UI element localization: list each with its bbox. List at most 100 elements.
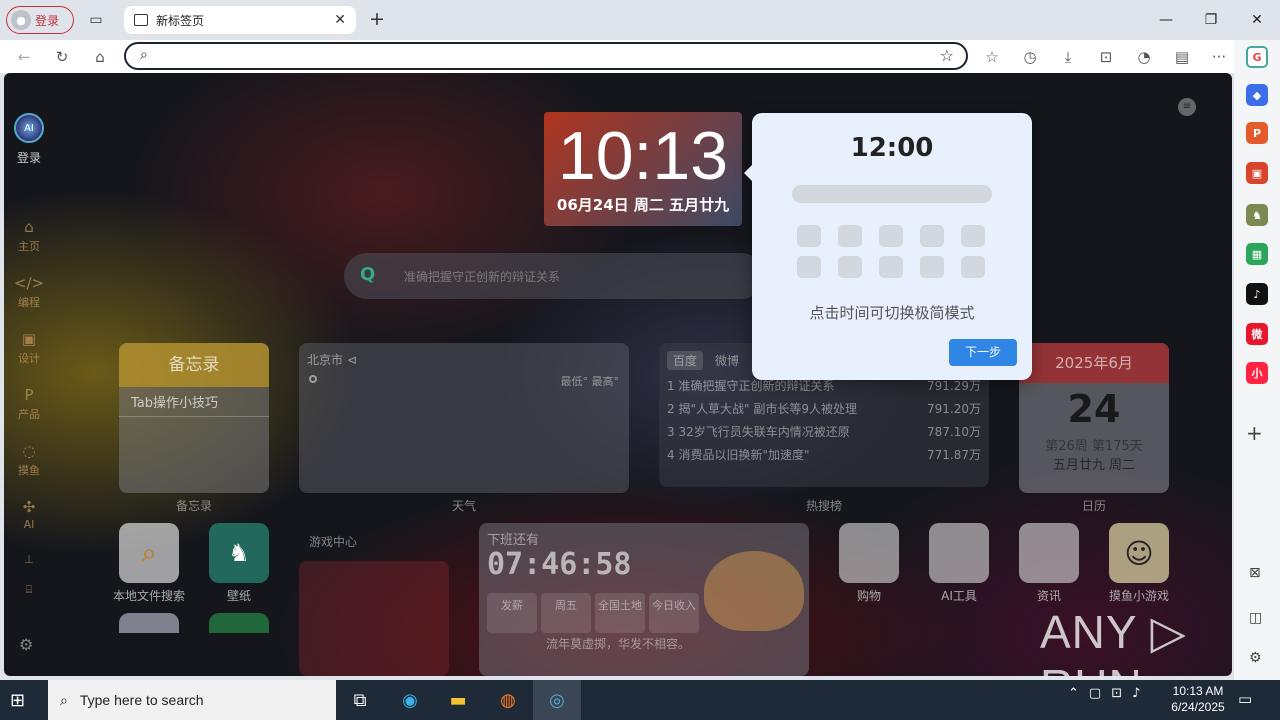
file-search-icon[interactable]: ⌕ bbox=[119, 523, 179, 583]
system-tray[interactable]: ⌃ ▢ ⊡ ♪ bbox=[1068, 686, 1140, 701]
weibo-icon[interactable]: 微 bbox=[1246, 323, 1268, 345]
browser-app-icon[interactable]: ◎ bbox=[533, 680, 581, 720]
hot-rank: 3 bbox=[667, 425, 675, 439]
nav-robot-icon[interactable]: ⌸ bbox=[4, 583, 54, 597]
wallpaper-label: 壁纸 bbox=[226, 589, 251, 603]
taskbar-clock[interactable]: 10:13 AM 6/24/2025 bbox=[1160, 683, 1236, 715]
avatar-icon: ● bbox=[11, 10, 31, 30]
task-view-icon[interactable]: ⧉ bbox=[336, 680, 384, 720]
mini-games-label: 摸鱼小游戏 bbox=[1108, 589, 1169, 603]
firefox-icon[interactable]: ◍ bbox=[484, 680, 532, 720]
sidebar-app-g[interactable]: G bbox=[1246, 46, 1268, 68]
speed-icon[interactable]: ◔ bbox=[1131, 44, 1157, 70]
logo-icon[interactable]: AI bbox=[14, 113, 44, 143]
nav-ai[interactable]: ✣ AI bbox=[4, 498, 54, 531]
clock-widget[interactable]: 10:13 06月24日 周二 五月廿九 bbox=[544, 112, 742, 226]
sidebar-app-p[interactable]: P bbox=[1246, 122, 1268, 144]
game-center-widget[interactable] bbox=[299, 561, 449, 676]
nav-coding[interactable]: </> 编程 bbox=[4, 274, 54, 310]
nav-more-icon[interactable]: ⊥ bbox=[4, 553, 54, 566]
hot-rank: 1 bbox=[667, 379, 675, 393]
countdown-title: 下班还有 bbox=[487, 533, 540, 548]
tiktok-icon[interactable]: ♪ bbox=[1246, 283, 1268, 305]
favorite-star-icon[interactable]: ☆ bbox=[940, 46, 954, 65]
sidebar-add-icon[interactable]: + bbox=[1246, 421, 1263, 445]
tab-new-tab[interactable]: 新标签页 ✕ bbox=[124, 6, 356, 34]
search-placeholder: 准确把握守正创新的辩证关系 bbox=[404, 270, 561, 284]
list-item[interactable]: 3 32岁飞行员失联车内情况被还原 787.10万 bbox=[659, 420, 989, 443]
calendar-widget[interactable]: 2025年6月 24 第26周 第175天 五月廿九 周二 bbox=[1019, 343, 1169, 493]
search-engine-icon[interactable]: Q bbox=[360, 264, 375, 285]
shopping-label: 购物 bbox=[856, 589, 881, 603]
network-icon[interactable]: ⊡ bbox=[1111, 686, 1122, 701]
nav-fun-label: 摸鱼 bbox=[18, 464, 40, 477]
list-item[interactable]: 4 消费品以旧换新"加速度" 771.87万 bbox=[659, 443, 989, 466]
toolbox-icon[interactable]: ▤ bbox=[1169, 44, 1195, 70]
sidebar-collapse-icon[interactable]: ⊠ bbox=[1249, 565, 1261, 581]
wallpaper-switch-icon[interactable]: ≡ bbox=[1178, 98, 1196, 116]
ai-icon: ✣ bbox=[22, 498, 36, 516]
shopping-icon[interactable] bbox=[839, 523, 899, 583]
memo-item[interactable]: Tab操作小技巧 bbox=[119, 387, 269, 417]
volume-icon[interactable]: ♪ bbox=[1132, 686, 1140, 701]
settings-icon[interactable]: ⚙ bbox=[19, 635, 33, 654]
edge-icon[interactable]: ◉ bbox=[386, 680, 434, 720]
windows-start-icon[interactable]: ⊞ bbox=[10, 690, 25, 711]
notification-icon[interactable]: ▭ bbox=[1238, 690, 1252, 708]
tab-actions-icon[interactable]: ▭ bbox=[86, 10, 106, 30]
next-step-button[interactable]: 下一步 bbox=[949, 339, 1017, 366]
sidebar-app-diamond[interactable]: ◆ bbox=[1246, 84, 1268, 106]
address-bar[interactable]: ⌕ ☆ bbox=[124, 42, 968, 70]
home-nav-icon: ⌂ bbox=[24, 218, 34, 236]
sidebar-app-box[interactable]: ▣ bbox=[1246, 162, 1268, 184]
clock-date: 06月24日 周二 五月廿九 bbox=[556, 196, 730, 214]
popup-grid-skeleton bbox=[797, 225, 985, 278]
nav-fun[interactable]: ◌ 摸鱼 bbox=[4, 442, 54, 478]
countdown-cell: 全国土地 bbox=[595, 593, 645, 633]
sidebar-app-grid[interactable]: ▦ bbox=[1246, 243, 1268, 265]
screenshot-icon[interactable]: ⊡ bbox=[1093, 44, 1119, 70]
nav-design[interactable]: ▣ 设计 bbox=[4, 330, 54, 366]
favorites-icon[interactable]: ☆ bbox=[979, 44, 1005, 70]
sidebar-app-chess[interactable]: ♞ bbox=[1246, 204, 1268, 226]
calendar-day: 24 bbox=[1067, 387, 1121, 431]
search-box[interactable]: Q 准确把握守正创新的辩证关系 bbox=[344, 253, 764, 299]
app-tile[interactable] bbox=[209, 613, 269, 633]
image-icon: ▣ bbox=[21, 330, 37, 348]
more-icon[interactable]: ··· bbox=[1206, 44, 1232, 70]
wallpaper-icon[interactable]: ♞ bbox=[209, 523, 269, 583]
nav-home[interactable]: ⌂ 主页 bbox=[4, 218, 54, 254]
tab-baidu[interactable]: 百度 bbox=[667, 351, 704, 370]
calendar-caption: 日历 bbox=[1081, 499, 1106, 513]
tab-close-icon[interactable]: ✕ bbox=[334, 12, 346, 28]
home-icon[interactable]: ⌂ bbox=[87, 44, 113, 70]
new-tab-button[interactable]: + bbox=[366, 8, 388, 30]
weather-widget[interactable]: 北京市 ⊲ 最低° 最高° bbox=[299, 343, 629, 493]
mini-games-icon[interactable]: ☺ bbox=[1109, 523, 1169, 583]
nav-coding-label: 编程 bbox=[18, 296, 40, 309]
device-icon[interactable]: ▢ bbox=[1089, 686, 1101, 701]
xiaohongshu-icon[interactable]: 小 bbox=[1246, 362, 1268, 384]
nav-product[interactable]: P 产品 bbox=[4, 386, 54, 422]
close-window-button[interactable]: ✕ bbox=[1245, 8, 1269, 32]
tab-weibo[interactable]: 微博 bbox=[709, 351, 745, 370]
ai-tools-icon[interactable] bbox=[929, 523, 989, 583]
countdown-cell: 发薪 bbox=[487, 593, 537, 633]
countdown-value: 07:46:58 bbox=[487, 547, 632, 582]
download-icon[interactable]: ⤓ bbox=[1055, 44, 1081, 70]
taskbar-search[interactable]: ⌕ Type here to search bbox=[48, 680, 336, 720]
refresh-icon[interactable]: ↻ bbox=[49, 44, 75, 70]
back-icon[interactable]: ← bbox=[11, 44, 37, 70]
profile-login-button[interactable]: ● 登录 bbox=[6, 6, 74, 34]
memo-widget[interactable]: 备忘录 Tab操作小技巧 bbox=[119, 343, 269, 493]
file-explorer-icon[interactable]: ▬ bbox=[434, 680, 482, 720]
game-center-label: 游戏中心 bbox=[309, 535, 358, 549]
news-icon[interactable] bbox=[1019, 523, 1079, 583]
history-icon[interactable]: ◷ bbox=[1017, 44, 1043, 70]
app-tile[interactable] bbox=[119, 613, 179, 633]
list-item[interactable]: 2 揭"人草大战" 副市长等9人被处理 791.20万 bbox=[659, 397, 989, 420]
minimize-button[interactable]: — bbox=[1154, 8, 1178, 32]
maximize-button[interactable]: ❐ bbox=[1199, 8, 1223, 32]
login-label[interactable]: 登录 bbox=[4, 149, 54, 166]
chevron-up-icon[interactable]: ⌃ bbox=[1068, 686, 1079, 701]
